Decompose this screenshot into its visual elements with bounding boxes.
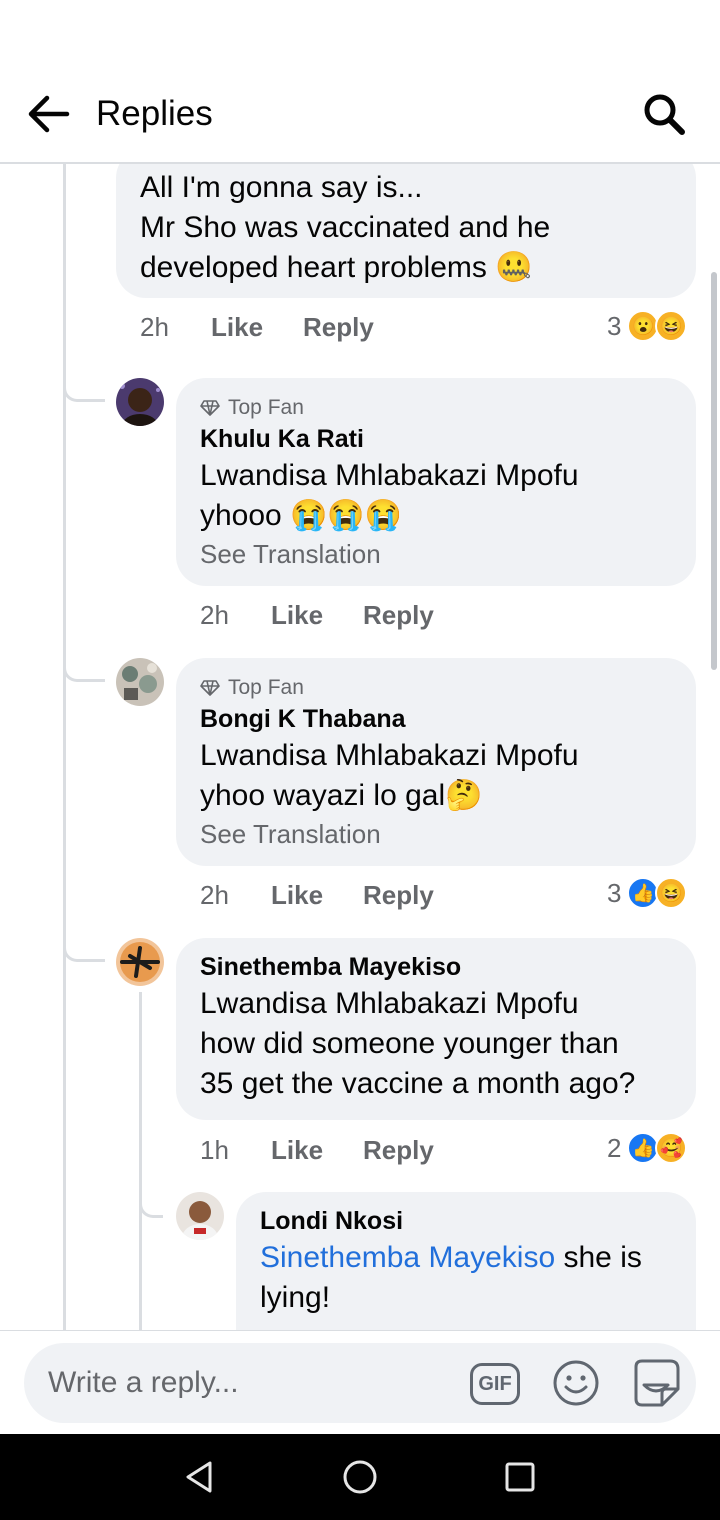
reaction-count: 3 [607, 310, 622, 341]
comment-text: she is [555, 1241, 642, 1274]
comment-text: All I'm gonna say is... [140, 171, 423, 204]
smiley-icon [553, 1360, 599, 1406]
comment-text: lying! [260, 1281, 331, 1314]
avatar-image [116, 378, 164, 426]
replies-thread[interactable]: All I'm gonna say is... Mr Sho was vacci… [0, 164, 720, 1330]
page-title: Replies [96, 94, 213, 133]
top-fan-badge: Top Fan [200, 394, 672, 422]
status-bar-area [0, 0, 720, 70]
nav-home-button[interactable] [338, 1455, 382, 1499]
comment-text-line: Sinethemba Mayekiso she is [260, 1238, 672, 1278]
comment-text: 35 get the vaccine a month ago? [200, 1067, 636, 1100]
avatar[interactable] [176, 1192, 224, 1240]
mention-link[interactable]: Lwandisa Mhlabakazi Mpofu [200, 736, 672, 776]
reaction-count: 3 [607, 877, 622, 908]
reaction-summary[interactable]: 3 😮 😆 [607, 306, 688, 346]
circle-home-icon [343, 1460, 377, 1494]
sticker-icon [634, 1359, 680, 1407]
comment-author[interactable]: Sinethemba Mayekiso [200, 950, 672, 984]
comment-time: 2h [200, 879, 229, 910]
comment-bubble[interactable]: Londi Nkosi Sinethemba Mayekiso she is l… [236, 1192, 696, 1330]
avatar-image [116, 938, 164, 986]
arrow-left-icon [28, 95, 70, 133]
reaction-summary[interactable]: 2 👍 🥰 [607, 1128, 688, 1168]
back-button[interactable] [22, 88, 74, 140]
comment-actions: 2h Like Reply [140, 309, 374, 345]
triangle-back-icon [186, 1461, 212, 1493]
like-button[interactable]: Like [271, 600, 363, 631]
reaction-summary[interactable]: 3 👍 😆 [607, 873, 688, 913]
haha-reaction-icon: 😆 [655, 310, 688, 342]
mention-link[interactable]: Lwandisa Mhlabakazi Mpofu [200, 456, 672, 496]
avatar-image [116, 658, 164, 706]
comment-bubble[interactable]: Sinethemba Mayekiso Lwandisa Mhlabakazi … [176, 938, 696, 1120]
comment-author[interactable]: Bongi K Thabana [200, 702, 672, 736]
reply-button[interactable]: Reply [363, 1135, 434, 1166]
reply-button[interactable]: Reply [363, 880, 434, 911]
thread-connector [63, 656, 105, 682]
system-nav-bar [0, 1434, 720, 1520]
mention-link[interactable]: Lwandisa Mhlabakazi Mpofu [200, 984, 672, 1024]
like-button[interactable]: Like [211, 312, 303, 343]
reply-button[interactable]: Reply [363, 600, 434, 631]
composer-bar: Write a reply... GIF [0, 1330, 720, 1434]
haha-reaction-icon: 😆 [655, 877, 688, 909]
gif-button[interactable]: GIF [470, 1363, 520, 1405]
thread-connector [63, 936, 105, 962]
top-fan-label: Top Fan [228, 396, 304, 419]
avatar[interactable] [116, 658, 164, 706]
comment-bubble[interactable]: Top Fan Khulu Ka Rati Lwandisa Mhlabakaz… [176, 378, 696, 586]
comment-text: Mr Sho was vaccinated and he [140, 211, 551, 244]
reply-composer[interactable]: Write a reply... GIF [24, 1343, 696, 1423]
comment-bubble[interactable]: All I'm gonna say is... Mr Sho was vacci… [116, 164, 696, 298]
thread-connector [139, 1192, 163, 1218]
reply-button[interactable]: Reply [303, 312, 374, 343]
comment-actions: 1h Like Reply [200, 1132, 434, 1168]
comment-actions: 2h Like Reply [200, 597, 434, 633]
comment-time: 2h [200, 599, 229, 630]
emoji-button[interactable] [552, 1359, 600, 1407]
like-button[interactable]: Like [271, 1135, 363, 1166]
avatar-image [176, 1192, 224, 1240]
comment-text: developed heart problems 🤐 [140, 251, 533, 284]
diamond-icon [200, 400, 220, 416]
nav-back-button[interactable] [178, 1455, 222, 1499]
comment-actions: 2h Like Reply [200, 877, 434, 913]
diamond-icon [200, 680, 220, 696]
reaction-count: 2 [607, 1132, 622, 1163]
comment-text: yhoo wayazi lo gal🤔 [200, 779, 483, 812]
thread-connector [63, 376, 105, 402]
care-reaction-icon: 🥰 [655, 1132, 688, 1164]
see-translation-link[interactable]: See Translation [200, 536, 672, 572]
see-translation-link[interactable]: See Translation [200, 816, 672, 852]
app-header: Replies [0, 70, 720, 164]
comment-bubble[interactable]: Top Fan Bongi K Thabana Lwandisa Mhlabak… [176, 658, 696, 866]
square-recents-icon [505, 1462, 535, 1492]
comment-author[interactable]: Londi Nkosi [260, 1204, 672, 1238]
like-button[interactable]: Like [271, 880, 363, 911]
nav-recents-button[interactable] [498, 1455, 542, 1499]
gif-icon: GIF [478, 1372, 512, 1395]
top-fan-badge: Top Fan [200, 674, 672, 702]
sticker-button[interactable] [630, 1357, 682, 1409]
mention-link[interactable]: Sinethemba Mayekiso [260, 1241, 555, 1274]
comment-author[interactable]: Khulu Ka Rati [200, 422, 672, 456]
reply-input[interactable]: Write a reply... [48, 1363, 239, 1403]
comment-time: 2h [140, 311, 169, 342]
search-button[interactable] [636, 88, 692, 140]
comment-text: how did someone younger than [200, 1027, 619, 1060]
thread-line-nested [139, 992, 142, 1330]
avatar[interactable] [116, 938, 164, 986]
thread-line-main [63, 164, 66, 1330]
scrollbar[interactable] [711, 272, 717, 670]
comment-time: 1h [200, 1134, 229, 1165]
search-icon [644, 94, 685, 135]
comment-text: yhooo 😭😭😭 [200, 499, 403, 532]
avatar[interactable] [116, 378, 164, 426]
top-fan-label: Top Fan [228, 676, 304, 699]
